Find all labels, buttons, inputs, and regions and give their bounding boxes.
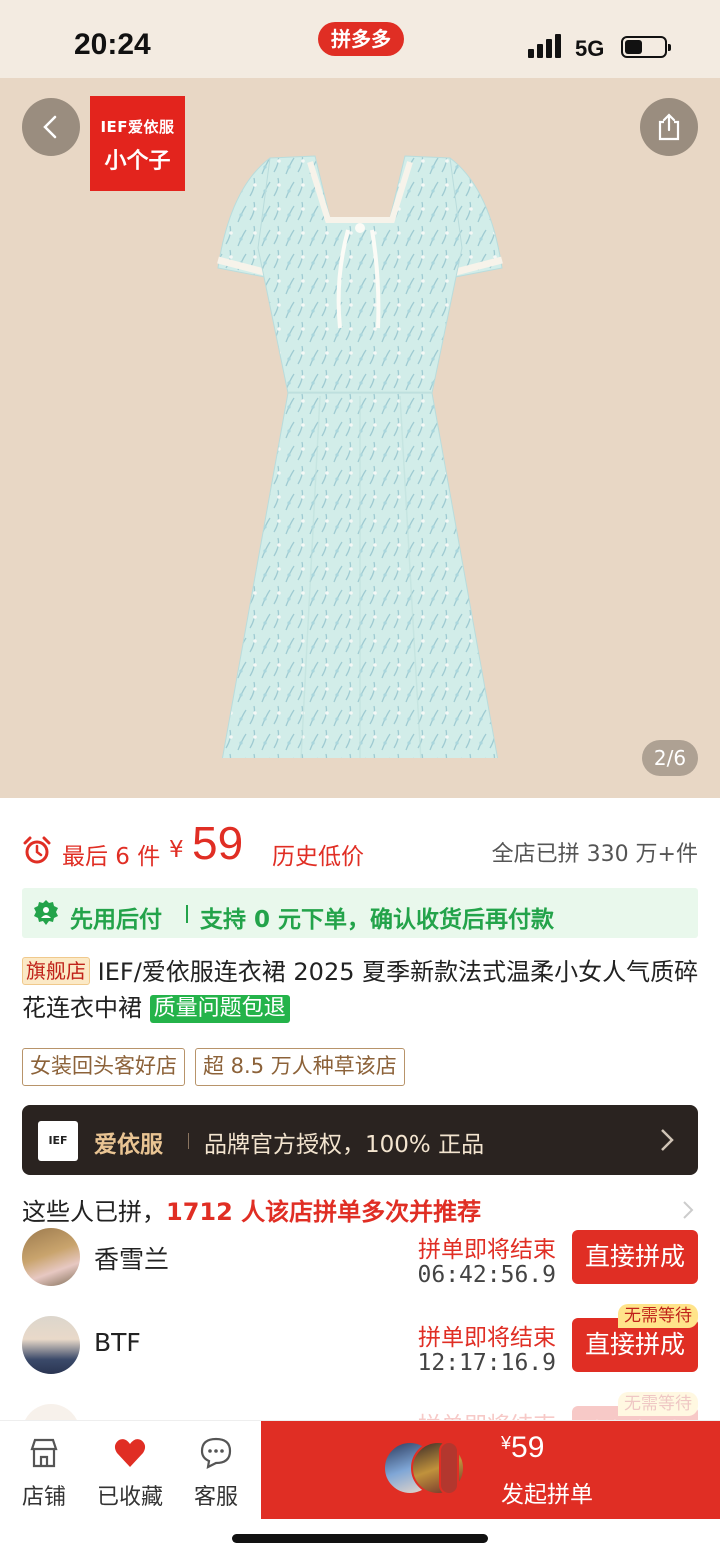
buy-price: ¥59 <box>501 1431 544 1465</box>
nav-service-label: 客服 <box>193 1485 238 1510</box>
avatar <box>22 1404 80 1420</box>
group-status: 拼单即将结束 <box>418 1237 556 1263</box>
chevron-left-icon <box>43 115 57 139</box>
nav-store[interactable]: 店铺 <box>4 1435 84 1511</box>
group-user-name: 香雪兰 <box>94 1245 170 1274</box>
nav-store-label: 店铺 <box>21 1485 66 1510</box>
store-icon <box>30 1438 58 1468</box>
pay-later-desc: 支持 0 元下单，确认收货后再付款 <box>200 907 555 933</box>
avatar <box>22 1316 80 1374</box>
product-title: 旗舰店 IEF/爱依服连衣裙 2025 夏季新款法式温柔小女人气质碎花连衣中裙 … <box>22 954 702 1026</box>
home-indicator[interactable] <box>232 1534 488 1543</box>
product-title-text: IEF/爱依服连衣裙 2025 夏季新款法式温柔小女人气质碎花连衣中裙 <box>22 958 699 1022</box>
battery-icon <box>621 36 671 58</box>
join-group-button[interactable]: 直接拼成 <box>572 1230 698 1284</box>
group-row: BTF 拼单即将结束 12:17:16.9 直接拼成 无需等待 <box>22 1304 698 1402</box>
flagship-store-tag: 旗舰店 <box>22 957 90 985</box>
back-button[interactable] <box>22 98 80 156</box>
buy-label: 发起拼单 <box>501 1482 593 1508</box>
shop-tag[interactable]: 女装回头客好店 <box>22 1048 185 1086</box>
avatar <box>439 1441 459 1495</box>
pay-later-icon <box>34 900 58 925</box>
shop-tag[interactable]: 超 8.5 万人种草该店 <box>195 1048 405 1086</box>
status-time: 20:24 <box>74 28 151 61</box>
brand-bar-logo: IEF <box>38 1121 78 1161</box>
shop-tags: 女装回头客好店 超 8.5 万人种草该店 <box>22 1048 405 1086</box>
group-user-name: BTF <box>94 1328 141 1357</box>
brand-logo-subtitle: 小个子 <box>104 149 171 174</box>
stock-remaining: 最后 6 件 <box>62 844 161 870</box>
brand-authorization-bar[interactable]: IEF 爱依服 品牌官方授权，100% 正品 <box>22 1105 698 1175</box>
divider <box>186 905 188 923</box>
share-icon <box>658 113 680 141</box>
avatar <box>22 1228 80 1286</box>
price-currency: ¥ <box>169 837 184 863</box>
group-list: 香雪兰 拼单即将结束 06:42:56.9 直接拼成 BTF 拼单即将结束 12… <box>22 1226 698 1420</box>
group-row: 香雪兰 拼单即将结束 06:42:56.9 直接拼成 <box>22 1226 698 1314</box>
battery-level <box>625 40 642 54</box>
pay-later-title: 先用后付 <box>70 907 162 933</box>
group-countdown: 12:17:16.9 <box>417 1350 556 1376</box>
product-image <box>217 155 503 758</box>
no-wait-badge: 无需等待 <box>618 1304 698 1328</box>
alarm-clock-icon <box>23 836 51 864</box>
pay-later-banner[interactable]: 先用后付 支持 0 元下单，确认收货后再付款 <box>22 888 698 938</box>
app-badge: 拼多多 <box>318 22 404 56</box>
group-status: 拼单即将结束 <box>418 1406 556 1420</box>
brand-logo-text: IEF爱依服 <box>100 118 175 136</box>
group-header-highlight: 1712 人该店拼单多次并推荐 <box>166 1198 482 1226</box>
brand-logo: IEF爱依服 小个子 <box>90 96 185 191</box>
buy-avatars <box>383 1441 493 1499</box>
buy-currency: ¥ <box>501 1433 512 1453</box>
signal-icon <box>528 34 564 58</box>
product-gallery[interactable]: IEF爱依服 小个子 2/6 <box>0 78 720 798</box>
quality-return-tag: 质量问题包退 <box>149 995 290 1023</box>
nav-favorite-label: 已收藏 <box>96 1485 163 1510</box>
brand-bar-desc: 品牌官方授权，100% 正品 <box>204 1132 485 1158</box>
divider <box>188 1133 189 1149</box>
price-value: 59 <box>192 817 244 869</box>
nav-service[interactable]: 客服 <box>176 1435 256 1511</box>
group-row: 悦 拼单即将结束 直接拼成 无需等待 <box>22 1392 698 1420</box>
start-group-button[interactable]: ¥59 发起拼单 <box>261 1421 720 1519</box>
no-wait-badge: 无需等待 <box>618 1392 698 1416</box>
sold-count: 全店已拼 330 万+件 <box>491 842 698 867</box>
price-note: 历史低价 <box>272 844 364 870</box>
share-button[interactable] <box>640 98 698 156</box>
group-header-text: 这些人已拼， <box>22 1198 166 1226</box>
status-bar: 20:24 拼多多 5G <box>0 0 720 78</box>
price-row: 最后 6 件 ¥ 59 历史低价 全店已拼 330 万+件 <box>22 812 698 872</box>
image-page-indicator: 2/6 <box>642 740 698 776</box>
chevron-right-icon <box>661 1129 674 1151</box>
network-label: 5G <box>575 36 605 61</box>
chevron-right-icon <box>683 1201 694 1219</box>
brand-bar-name: 爱依服 <box>94 1132 163 1158</box>
group-status: 拼单即将结束 <box>418 1325 556 1351</box>
group-header[interactable]: 这些人已拼，1712 人该店拼单多次并推荐 <box>22 1192 698 1228</box>
chat-icon <box>200 1437 232 1469</box>
heart-icon <box>114 1439 146 1467</box>
group-countdown: 06:42:56.9 <box>417 1262 556 1288</box>
buy-price-value: 59 <box>511 1431 545 1464</box>
nav-favorite[interactable]: 已收藏 <box>90 1435 170 1511</box>
